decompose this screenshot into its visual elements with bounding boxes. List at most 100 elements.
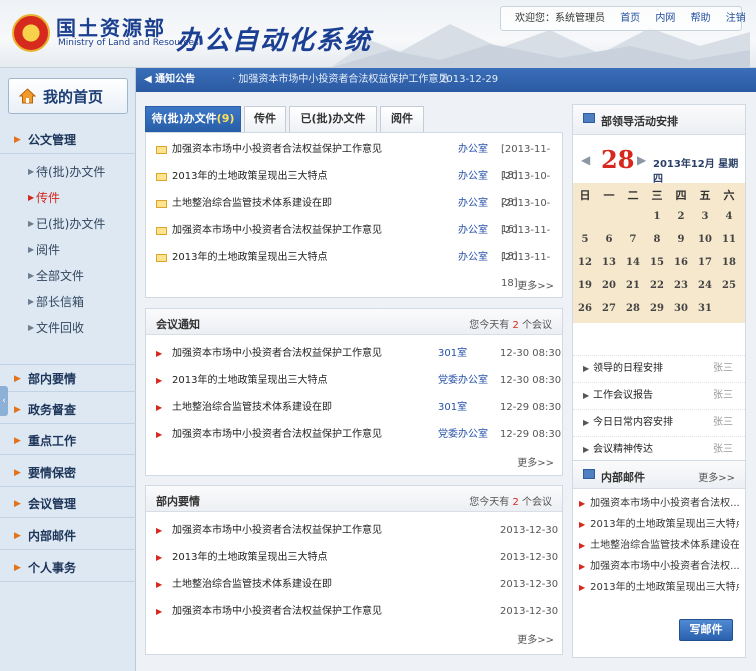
tab-read-docs[interactable]: 阅件 (380, 106, 424, 132)
list-item[interactable]: ▶ 加强资本市场中小投资者合法权益保护工作意见 2013-12-30 (146, 599, 562, 625)
calendar-day-cell[interactable]: 15 (645, 257, 669, 268)
notice-text[interactable]: · 加强资本市场中小投资者合法权益保护工作意见 (232, 68, 448, 92)
list-item[interactable]: ▶ 土地整治综合监管技术体系建设在即 301室 12-29 08:30 (146, 395, 562, 421)
calendar-day-cell[interactable]: 3 (693, 211, 717, 222)
calendar-day-cell[interactable]: 10 (693, 234, 717, 245)
national-emblem-logo (12, 14, 50, 52)
sidebar-section-meeting-mgmt[interactable]: ▶ 会议管理 (0, 490, 136, 518)
calendar-day-cell[interactable]: 2 (669, 211, 693, 222)
schedule-item[interactable]: ▶ 领导的日程安排 张三 (573, 355, 745, 381)
calendar-day-cell[interactable]: 25 (717, 280, 741, 291)
calendar-day-cell[interactable]: 23 (669, 280, 693, 291)
sidebar-section-internal-mail[interactable]: ▶ 内部邮件 (0, 522, 136, 550)
sidebar-section-internal-briefing[interactable]: ▶ 部内要情 (0, 364, 136, 392)
sidebar-item-label: 全部文件 (36, 269, 85, 283)
mail-item[interactable]: ▶ 2013年的土地政策呈现出三大特点 (579, 577, 739, 598)
calendar-day-cell[interactable]: 8 (645, 234, 669, 245)
mail-item[interactable]: ▶ 土地整治综合监管技术体系建设在即 (579, 535, 739, 556)
more-briefing-link[interactable]: 更多>> (517, 631, 554, 646)
document-tabs: 待(批)办文件(9) 传件 已(批)办文件 阅件 (145, 106, 563, 132)
tab-forwarded[interactable]: 传件 (244, 106, 286, 132)
nav-home-link[interactable]: 首页 (620, 13, 640, 24)
meeting-notice-panel: 会议通知 您今天有 2 个会议 ▶ 加强资本市场中小投资者合法权益保护工作意见 30… (145, 308, 563, 476)
list-item[interactable]: ▶ 加强资本市场中小投资者合法权益保护工作意见 党委办公室 12-29 08:30 (146, 422, 562, 448)
more-mail-link[interactable]: 更多>> (698, 469, 735, 484)
calendar-day-cell[interactable]: 14 (621, 257, 645, 268)
mail-item[interactable]: ▶ 2013年的土地政策呈现出三大特点 (579, 514, 739, 535)
calendar-day-cell[interactable]: 13 (597, 257, 621, 268)
calendar-day-cell[interactable]: 5 (573, 234, 597, 245)
calendar-day-cell[interactable]: 29 (645, 303, 669, 314)
write-mail-button[interactable]: 写邮件 (679, 619, 733, 641)
mail-item[interactable]: ▶ 加强资本市场中小投资者合法权... (579, 493, 739, 514)
nav-intranet-link[interactable]: 内网 (655, 13, 675, 24)
notice-bar: ◀ 通知公告 · 加强资本市场中小投资者合法权益保护工作意见 2013-12-2… (136, 68, 756, 92)
schedule-item[interactable]: ▶ 工作会议报告 张三 (573, 382, 745, 408)
list-item[interactable]: 2013年的土地政策呈现出三大特点 办公室 [2013-10-28] (146, 164, 562, 208)
calendar-day-cell[interactable]: 18 (717, 257, 741, 268)
calendar-day-cell[interactable]: 22 (645, 280, 669, 291)
calendar-day-cell[interactable]: 7 (621, 234, 645, 245)
nav-logout-link[interactable]: 注销 (726, 13, 746, 24)
calendar-day-cell[interactable]: 9 (669, 234, 693, 245)
next-month-arrow-icon[interactable]: ▶ (637, 153, 646, 167)
mail-item[interactable]: ▶ 加强资本市场中小投资者合法权... (579, 556, 739, 577)
calendar-day-cell[interactable]: 24 (693, 280, 717, 291)
sidebar-section-key-work[interactable]: ▶ 重点工作 (0, 427, 136, 455)
list-item[interactable]: ▶ 加强资本市场中小投资者合法权益保护工作意见 2013-12-30 (146, 518, 562, 544)
prev-month-arrow-icon[interactable]: ◀ (581, 153, 590, 167)
calendar-day-cell[interactable]: 28 (621, 303, 645, 314)
list-item[interactable]: 加强资本市场中小投资者合法权益保护工作意见 办公室 [2013-11-18] (146, 137, 562, 181)
schedule-item[interactable]: ▶ 今日日常内容安排 张三 (573, 409, 745, 435)
calendar-day-cell[interactable]: 4 (717, 211, 741, 222)
calendar-day-cell[interactable]: 20 (597, 280, 621, 291)
list-item[interactable]: ▶ 2013年的土地政策呈现出三大特点 2013-12-30 (146, 545, 562, 571)
calendar-day-cell[interactable]: 12 (573, 257, 597, 268)
sidebar-item-minister-mailbox[interactable]: ▶ 部长信箱 (0, 289, 136, 315)
chevron-right-icon: ▶ (28, 219, 35, 228)
calendar-day-cell[interactable]: 31 (693, 303, 717, 314)
sidebar-item-done-docs[interactable]: ▶ 已(批)办文件 (0, 211, 136, 237)
calendar-day-cell[interactable]: 16 (669, 257, 693, 268)
bullet-icon: ▶ (579, 583, 586, 592)
calendar-day-cell[interactable]: 6 (597, 234, 621, 245)
collapse-sidebar-handle[interactable]: ‹ (0, 386, 8, 416)
tab-done-docs[interactable]: 已(批)办文件 (289, 106, 377, 132)
envelope-icon (156, 146, 167, 154)
sidebar-section-personal[interactable]: ▶ 个人事务 (0, 554, 136, 582)
more-meetings-link[interactable]: 更多>> (517, 454, 554, 469)
list-item[interactable]: 2013年的土地政策呈现出三大特点 办公室 [2013-11-18] (146, 245, 562, 289)
list-item[interactable]: 加强资本市场中小投资者合法权益保护工作意见 办公室 [2013-11-18] (146, 218, 562, 262)
calendar-day-cell[interactable]: 1 (645, 211, 669, 222)
more-docs-link[interactable]: 更多>> (517, 277, 554, 292)
calendar-day-cell[interactable]: 27 (597, 303, 621, 314)
list-item[interactable]: 土地整治综合监管技术体系建设在即 办公室 [2013-10-16] (146, 191, 562, 235)
tab-pending-docs[interactable]: 待(批)办文件(9) (145, 106, 241, 132)
sidebar-section-confidential[interactable]: ▶ 要情保密 (0, 459, 136, 487)
chevron-right-icon: ▶ (28, 245, 35, 254)
list-item[interactable]: ▶ 2013年的土地政策呈现出三大特点 党委办公室 12-30 08:30 (146, 368, 562, 394)
sidebar-item-forwarded-docs[interactable]: ▶ 传件 (0, 185, 136, 211)
calendar-day-cell[interactable]: 19 (573, 280, 597, 291)
list-item[interactable]: ▶ 加强资本市场中小投资者合法权益保护工作意见 301室 12-30 08:30 (146, 341, 562, 367)
bullet-icon: ▶ (583, 418, 590, 427)
sidebar-section-supervision[interactable]: ▶ 政务督查 (0, 396, 136, 424)
calendar-day-cell[interactable]: 11 (717, 234, 741, 245)
home-button[interactable]: 我的首页 (8, 78, 128, 114)
sidebar-item-read-docs[interactable]: ▶ 阅件 (0, 237, 136, 263)
bullet-icon: ▶ (579, 541, 586, 550)
schedule-item[interactable]: ▶ 会议精神传达 张三 (573, 436, 745, 462)
section-label: 内部邮件 (28, 529, 77, 543)
calendar-day-cell[interactable]: 26 (573, 303, 597, 314)
sidebar-section-document-mgmt[interactable]: ▶ 公文管理 (0, 126, 136, 154)
sidebar-item-all-docs[interactable]: ▶ 全部文件 (0, 263, 136, 289)
sidebar-item-recycle-docs[interactable]: ▶ 文件回收 (0, 315, 136, 341)
chevron-right-icon: ▶ (14, 135, 21, 145)
calendar-day-cell[interactable]: 30 (669, 303, 693, 314)
list-item[interactable]: ▶ 土地整治综合监管技术体系建设在即 2013-12-30 (146, 572, 562, 598)
calendar-day-cell[interactable]: 21 (621, 280, 645, 291)
sidebar-item-label: 已(批)办文件 (36, 217, 106, 231)
calendar-day-cell[interactable]: 17 (693, 257, 717, 268)
sidebar-item-pending-docs[interactable]: ▶ 待(批)办文件 (0, 159, 136, 185)
nav-help-link[interactable]: 帮助 (691, 13, 711, 24)
